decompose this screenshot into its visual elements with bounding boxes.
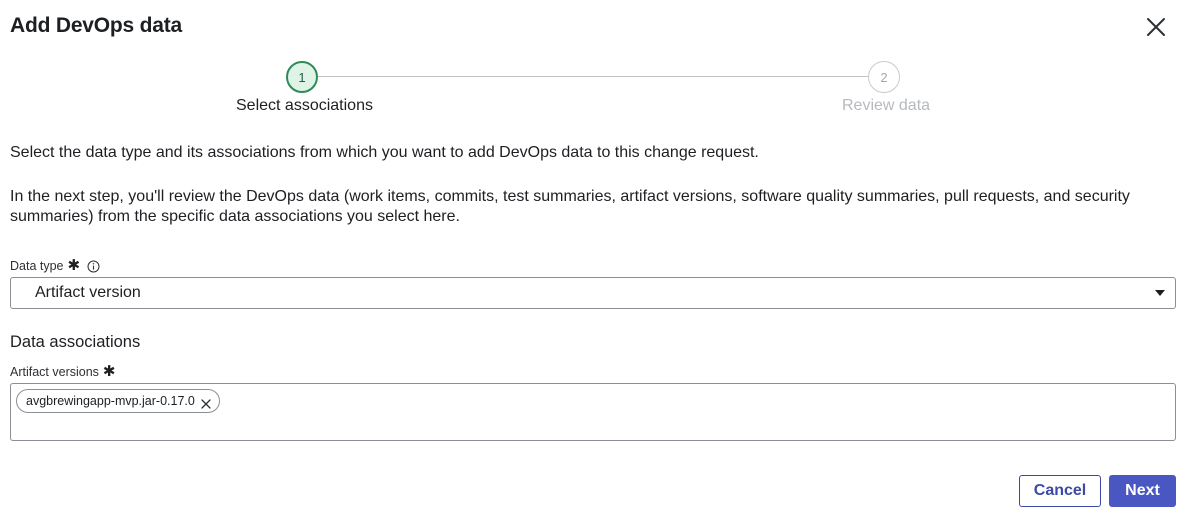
- step-2-indicator: 2: [868, 61, 900, 93]
- intro-text: Select the data type and its association…: [10, 144, 759, 161]
- artifact-versions-input[interactable]: avgbrewingapp-mvp.jar-0.17.0: [10, 383, 1176, 441]
- data-type-select[interactable]: Artifact version: [10, 277, 1176, 309]
- step-1-label: Select associations: [236, 97, 373, 114]
- artifact-versions-label-text: Artifact versions: [10, 365, 99, 379]
- required-icon: ✱: [102, 363, 116, 380]
- remove-chip-icon[interactable]: [201, 396, 211, 409]
- data-type-label-text: Data type: [10, 259, 64, 273]
- artifact-chip-label: avgbrewingapp-mvp.jar-0.17.0: [26, 394, 195, 408]
- data-associations-heading: Data associations: [10, 333, 141, 351]
- required-icon: ✱: [67, 257, 81, 274]
- stepper-connector: [318, 76, 869, 77]
- next-step-description: In the next step, you'll review the DevO…: [10, 188, 1130, 225]
- step-1-indicator: 1: [286, 61, 318, 93]
- data-type-selected-value: Artifact version: [35, 284, 141, 301]
- step-2-label: Review data: [842, 97, 931, 114]
- caret-down-icon: [1155, 290, 1165, 296]
- dialog-title: Add DevOps data: [10, 14, 183, 37]
- info-icon[interactable]: [87, 260, 100, 273]
- next-button[interactable]: Next: [1109, 475, 1176, 507]
- artifact-chip: avgbrewingapp-mvp.jar-0.17.0: [16, 389, 220, 413]
- artifact-versions-label: Artifact versions ✱: [10, 363, 116, 380]
- close-icon[interactable]: [1143, 14, 1169, 40]
- data-type-label: Data type ✱: [10, 257, 100, 274]
- cancel-button[interactable]: Cancel: [1019, 475, 1101, 507]
